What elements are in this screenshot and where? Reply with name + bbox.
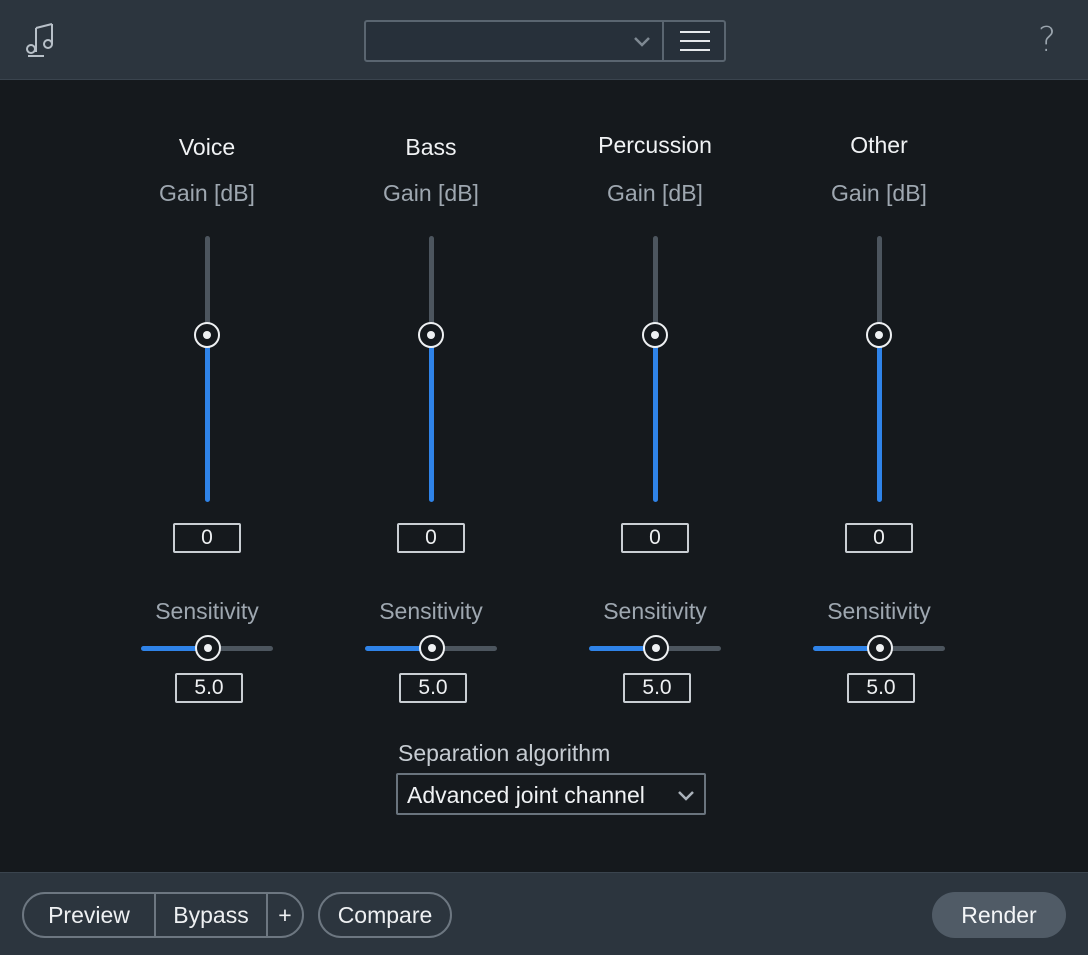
footer-bar: Preview Bypass + Compare Render xyxy=(0,872,1088,955)
main-panel: Voice Gain [dB] 0 Sensitivity 5.0 Bass G… xyxy=(0,80,1088,872)
sensitivity-value-field[interactable]: 5.0 xyxy=(175,673,243,703)
sensitivity-label: Sensitivity xyxy=(827,598,931,624)
gain-slider-thumb[interactable] xyxy=(194,322,220,348)
sensitivity-slider-thumb[interactable] xyxy=(643,635,669,661)
channel-title: Bass xyxy=(405,134,457,160)
gain-value-field[interactable]: 0 xyxy=(173,523,241,553)
channel-title: Voice xyxy=(178,134,236,160)
sensitivity-label: Sensitivity xyxy=(379,598,483,624)
gain-slider-track[interactable] xyxy=(429,236,434,334)
channel-voice: Voice Gain [dB] 0 Sensitivity 5.0 xyxy=(97,80,317,720)
gain-slider-thumb[interactable] xyxy=(418,322,444,348)
channel-percussion: Percussion Gain [dB] 0 Sensitivity 5.0 xyxy=(545,80,765,720)
channel-other: Other Gain [dB] 0 Sensitivity 5.0 xyxy=(769,80,989,720)
gain-label: Gain [dB] xyxy=(831,180,927,206)
compare-button[interactable]: Compare xyxy=(318,892,452,938)
help-button[interactable]: ? xyxy=(1030,18,1064,62)
sensitivity-value-field[interactable]: 5.0 xyxy=(399,673,467,703)
gain-label: Gain [dB] xyxy=(607,180,703,206)
hamburger-menu-icon[interactable] xyxy=(664,22,724,60)
add-button[interactable]: + xyxy=(268,894,302,936)
music-notes-icon[interactable] xyxy=(22,20,58,60)
sensitivity-label: Sensitivity xyxy=(155,598,259,624)
gain-value-field[interactable]: 0 xyxy=(397,523,465,553)
gain-slider-fill[interactable] xyxy=(205,334,210,502)
gain-value-field[interactable]: 0 xyxy=(621,523,689,553)
gain-slider-fill[interactable] xyxy=(653,334,658,502)
sensitivity-slider-thumb[interactable] xyxy=(867,635,893,661)
sensitivity-slider-thumb[interactable] xyxy=(419,635,445,661)
separation-algorithm-value: Advanced joint channel xyxy=(407,782,645,808)
sensitivity-label: Sensitivity xyxy=(603,598,707,624)
chevron-down-icon xyxy=(634,37,650,47)
sensitivity-value-field[interactable]: 5.0 xyxy=(623,673,691,703)
gain-slider-thumb[interactable] xyxy=(866,322,892,348)
gain-slider-thumb[interactable] xyxy=(642,322,668,348)
gain-label: Gain [dB] xyxy=(159,180,255,206)
preset-selector xyxy=(364,20,726,62)
separation-algorithm-label: Separation algorithm xyxy=(398,740,611,766)
preset-dropdown[interactable] xyxy=(366,22,664,60)
channel-title: Percussion xyxy=(598,132,712,158)
gain-slider-track[interactable] xyxy=(877,236,882,334)
preview-button[interactable]: Preview xyxy=(24,894,156,936)
sensitivity-value-field[interactable]: 5.0 xyxy=(847,673,915,703)
chevron-down-icon xyxy=(678,791,694,801)
sensitivity-slider-thumb[interactable] xyxy=(195,635,221,661)
bypass-button[interactable]: Bypass xyxy=(156,894,268,936)
header-bar: ? xyxy=(0,0,1088,80)
gain-slider-track[interactable] xyxy=(653,236,658,334)
gain-slider-fill[interactable] xyxy=(877,334,882,502)
channel-bass: Bass Gain [dB] 0 Sensitivity 5.0 xyxy=(321,80,541,720)
gain-label: Gain [dB] xyxy=(383,180,479,206)
render-button[interactable]: Render xyxy=(932,892,1066,938)
separation-algorithm-dropdown[interactable]: Advanced joint channel xyxy=(396,773,706,815)
channel-title: Other xyxy=(850,132,908,158)
gain-slider-fill[interactable] xyxy=(429,334,434,502)
gain-value-field[interactable]: 0 xyxy=(845,523,913,553)
preview-bypass-group: Preview Bypass + xyxy=(22,892,304,938)
gain-slider-track[interactable] xyxy=(205,236,210,334)
